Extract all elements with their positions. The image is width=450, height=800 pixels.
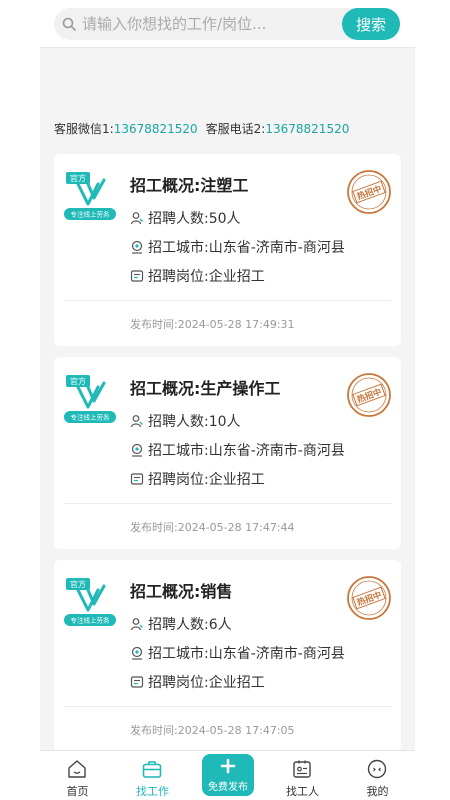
recruit-post-row: 招聘岗位: 企业招工 — [130, 266, 265, 286]
post-value: 企业招工 — [208, 269, 265, 285]
job-title: 招工概况:生产操作工 — [130, 379, 281, 398]
wechat-label: 客服微信1: — [54, 122, 114, 136]
header: 搜索 — [40, 0, 415, 48]
svg-text:专注线上劳务: 专注线上劳务 — [71, 413, 111, 422]
job-title: 招工概况:注塑工 — [130, 176, 249, 195]
post-label: 招聘岗位: — [148, 675, 209, 691]
recruit-count-row: 招聘人数: 10人 — [130, 411, 241, 431]
city-value: 山东省-济南市-商河县 — [208, 646, 345, 662]
nav-home-label: 首页 — [66, 785, 89, 798]
city-label: 招工城市: — [148, 240, 209, 256]
nav-home[interactable]: 首页 — [40, 751, 115, 800]
nav-find-worker-label: 找工人 — [286, 785, 319, 798]
city-label: 招工城市: — [148, 443, 209, 459]
svg-text:官方: 官方 — [70, 579, 86, 589]
job-card[interactable]: 官方 专注线上劳务 招工概况:生产操作工 招聘人数: 10人 招工城市: 山东省-济… — [54, 357, 401, 549]
briefcase-icon — [142, 761, 162, 778]
recruit-count-row: 招聘人数: 6人 — [130, 614, 232, 634]
face-icon — [367, 759, 387, 779]
recruit-count-row: 招聘人数: 50人 — [130, 208, 241, 228]
svg-text:专注线上劳务: 专注线上劳务 — [71, 616, 111, 625]
divider — [64, 503, 391, 504]
person-icon — [130, 618, 143, 631]
recruit-post-row: 招聘岗位: 企业招工 — [130, 469, 265, 489]
publish-time: 发布时间:2024-05-28 17:47:44 — [130, 521, 295, 534]
id-card-icon — [130, 270, 144, 282]
publish-time: 发布时间:2024-05-28 17:47:05 — [130, 724, 295, 737]
search-icon — [62, 17, 76, 31]
job-card[interactable]: 官方 专注线上劳务 招工概况:销售 招聘人数: 6人 招工城市: 山东省-济南市-商… — [54, 560, 401, 752]
nav-find-job[interactable]: 找工作 — [115, 751, 190, 800]
publish-time: 发布时间:2024-05-28 17:49:31 — [130, 318, 295, 331]
svg-text:专注线上劳务: 专注线上劳务 — [71, 210, 111, 219]
wechat-number[interactable]: 13678821520 — [114, 122, 198, 136]
post-value: 企业招工 — [208, 472, 265, 488]
count-value: 10人 — [208, 414, 241, 430]
city-value: 山东省-济南市-商河县 — [208, 240, 345, 256]
contact-info: 客服微信1:13678821520 客服电话2:13678821520 — [54, 120, 349, 137]
search-button[interactable]: 搜索 — [342, 8, 400, 40]
home-icon — [68, 760, 86, 778]
plus-icon — [220, 758, 236, 774]
id-card-icon — [130, 473, 144, 485]
phone-label: 客服电话2: — [205, 122, 266, 136]
svg-text:热招中: 热招中 — [355, 183, 383, 202]
post-label: 招聘岗位: — [148, 269, 209, 285]
svg-text:官方: 官方 — [70, 173, 86, 183]
svg-text:热招中: 热招中 — [355, 589, 383, 608]
nav-find-job-label: 找工作 — [136, 785, 169, 798]
count-label: 招聘人数: — [148, 617, 209, 633]
nav-mine[interactable]: 我的 — [340, 751, 415, 800]
free-publish-button[interactable]: 免费发布 — [202, 754, 254, 796]
official-logo: 官方 专注线上劳务 — [64, 172, 116, 220]
count-label: 招聘人数: — [148, 414, 209, 430]
job-title: 招工概况:销售 — [130, 582, 233, 601]
hot-recruiting-stamp: 热招中 — [347, 373, 391, 417]
official-logo: 官方 专注线上劳务 — [64, 578, 116, 626]
nav-mine-label: 我的 — [366, 785, 389, 798]
count-label: 招聘人数: — [148, 211, 209, 227]
job-card[interactable]: 官方 专注线上劳务 招工概况:注塑工 招聘人数: 50人 招工城市: 山东省-济南市… — [54, 154, 401, 346]
person-icon — [130, 415, 143, 428]
worker-card-icon — [293, 760, 311, 778]
id-card-icon — [130, 676, 144, 688]
hot-recruiting-stamp: 热招中 — [347, 576, 391, 620]
nav-find-worker[interactable]: 找工人 — [265, 751, 340, 800]
divider — [64, 300, 391, 301]
city-label: 招工城市: — [148, 646, 209, 662]
count-value: 6人 — [208, 617, 232, 633]
person-icon — [130, 212, 143, 225]
location-pin-icon — [131, 646, 143, 660]
recruit-city-row: 招工城市: 山东省-济南市-商河县 — [130, 237, 345, 257]
divider — [64, 706, 391, 707]
app-root: 搜索 客服微信1:13678821520客服电话2:13678821520 官方… — [40, 0, 415, 800]
post-value: 企业招工 — [208, 675, 265, 691]
svg-text:热招中: 热招中 — [355, 386, 383, 405]
svg-text:官方: 官方 — [70, 376, 86, 386]
city-value: 山东省-济南市-商河县 — [208, 443, 345, 459]
free-publish-label: 免费发布 — [208, 782, 248, 793]
search-input[interactable] — [82, 14, 332, 34]
recruit-city-row: 招工城市: 山东省-济南市-商河县 — [130, 643, 345, 663]
hot-recruiting-stamp: 热招中 — [347, 170, 391, 214]
recruit-post-row: 招聘岗位: 企业招工 — [130, 672, 265, 692]
search-box: 搜索 — [54, 8, 400, 40]
location-pin-icon — [131, 443, 143, 457]
phone-number[interactable]: 13678821520 — [265, 122, 349, 136]
post-label: 招聘岗位: — [148, 472, 209, 488]
recruit-city-row: 招工城市: 山东省-济南市-商河县 — [130, 440, 345, 460]
count-value: 50人 — [208, 211, 241, 227]
location-pin-icon — [131, 240, 143, 254]
official-logo: 官方 专注线上劳务 — [64, 375, 116, 423]
